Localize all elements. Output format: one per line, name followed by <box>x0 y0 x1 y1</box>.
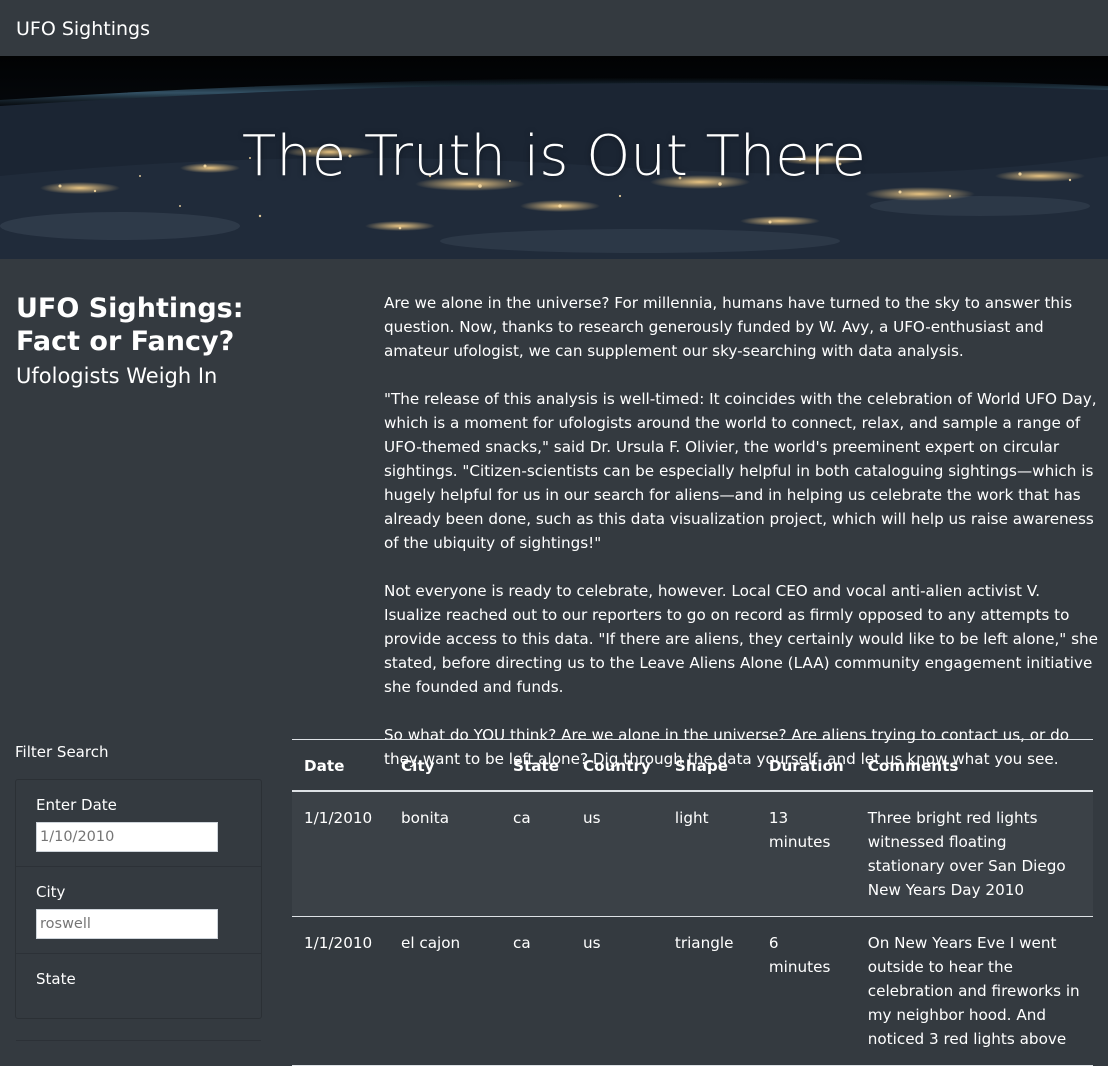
header-duration: Duration <box>756 740 856 792</box>
filter-item-city: City <box>16 867 261 954</box>
article-paragraph: "The release of this analysis is well-ti… <box>384 390 1097 552</box>
filter-item-state: State <box>16 954 261 1041</box>
cell-city: bonita <box>389 791 501 917</box>
cell-state: ca <box>501 791 572 917</box>
hero-banner: The Truth is Out There <box>0 56 1108 259</box>
header-shape: Shape <box>662 740 757 792</box>
navbar: UFO Sightings <box>0 0 1108 56</box>
filter-search-title: Filter Search <box>15 743 109 761</box>
headline-main: UFO Sightings: Fact or Fancy? <box>16 293 244 357</box>
article-paragraph: Not everyone is ready to celebrate, howe… <box>384 582 1098 696</box>
ufo-table-container: Date City State Country Shape Duration C… <box>292 739 1093 1066</box>
table-row: 1/1/2010 el cajon ca us triangle 6 minut… <box>292 916 1093 1066</box>
headline-sub: Ufologists Weigh In <box>16 364 218 388</box>
filter-panel: Enter Date City State <box>15 779 262 1041</box>
hero-title: The Truth is Out There <box>242 124 866 189</box>
article-paragraph: Are we alone in the universe? For millen… <box>384 294 1073 360</box>
cell-city: el cajon <box>389 916 501 1066</box>
ufo-table: Date City State Country Shape Duration C… <box>292 740 1093 1066</box>
cell-comments: Three bright red lights witnessed floati… <box>855 791 1093 917</box>
cell-comments: On New Years Eve I went outside to hear … <box>855 916 1093 1066</box>
header-comments: Comments <box>855 740 1093 792</box>
city-label: City <box>36 883 66 901</box>
page-headline: UFO Sightings: Fact or Fancy? Ufologists… <box>16 292 316 393</box>
header-date: Date <box>292 740 389 792</box>
header-country: Country <box>571 740 663 792</box>
cell-state: ca <box>501 916 572 1066</box>
cell-duration: 6 minutes <box>756 916 856 1066</box>
cell-country: us <box>571 916 663 1066</box>
filter-item-date: Enter Date <box>16 780 261 867</box>
header-state: State <box>501 740 572 792</box>
cell-date: 1/1/2010 <box>292 916 389 1066</box>
table-header-row: Date City State Country Shape Duration C… <box>292 740 1093 792</box>
table-row: 1/1/2010 bonita ca us light 13 minutes T… <box>292 791 1093 917</box>
cell-country: us <box>571 791 663 917</box>
city-input[interactable] <box>36 909 218 939</box>
cell-shape: light <box>662 791 757 917</box>
cell-duration: 13 minutes <box>756 791 856 917</box>
state-label: State <box>36 970 76 988</box>
header-city: City <box>389 740 501 792</box>
cell-shape: triangle <box>662 916 757 1066</box>
date-label: Enter Date <box>36 796 117 814</box>
article-body: Are we alone in the universe? For millen… <box>384 291 1100 795</box>
date-input[interactable] <box>36 822 218 852</box>
navbar-brand[interactable]: UFO Sightings <box>16 16 150 42</box>
cell-date: 1/1/2010 <box>292 791 389 917</box>
